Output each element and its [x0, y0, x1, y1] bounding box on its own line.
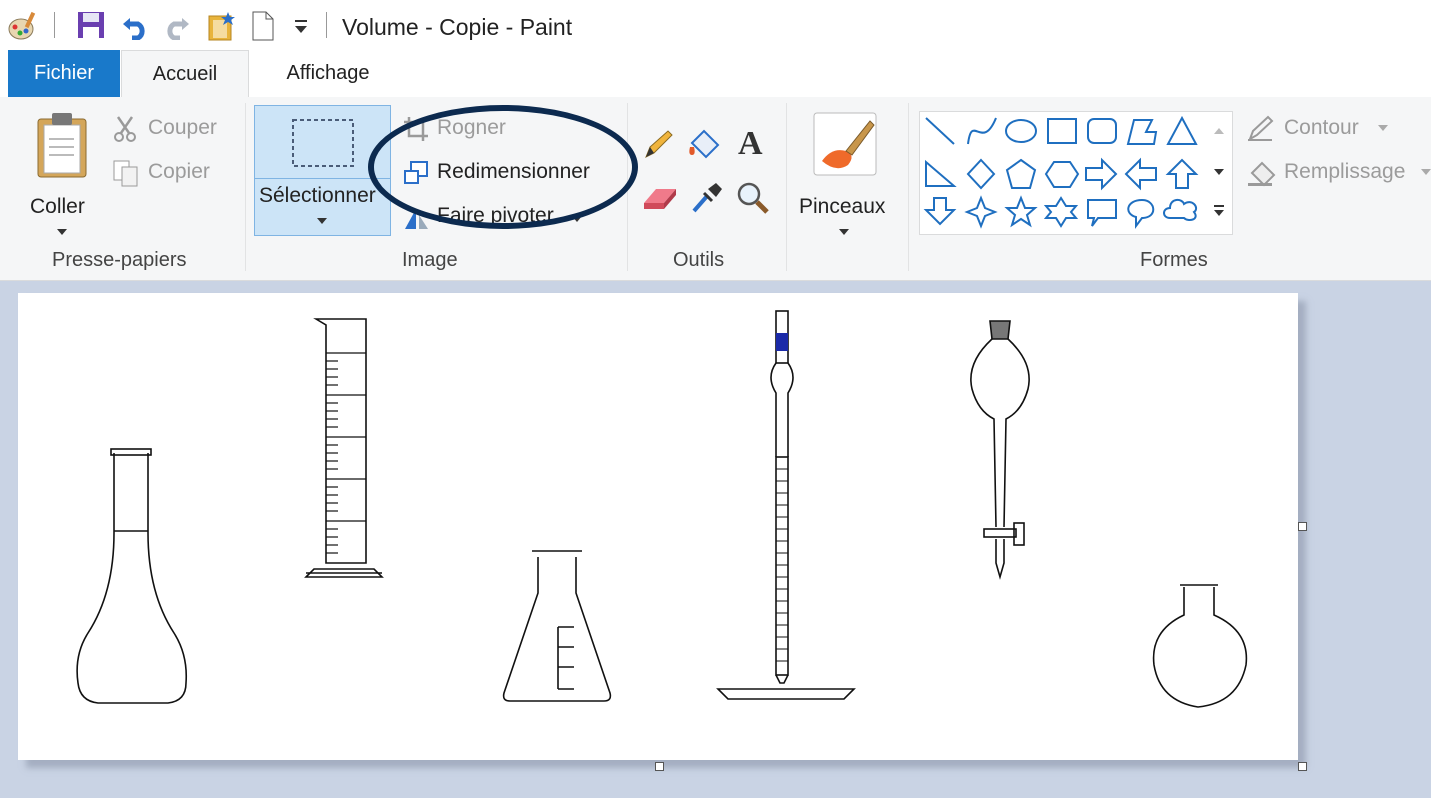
cut-label: Couper — [148, 116, 217, 139]
tab-file[interactable]: Fichier — [8, 50, 120, 97]
copy-label: Copier — [148, 160, 210, 183]
paint-app-icon[interactable] — [6, 10, 40, 42]
canvas-area — [0, 281, 1431, 798]
scroll-down-icon — [1214, 169, 1224, 175]
ribbon-tabs: Fichier Accueil Affichage — [0, 50, 1431, 99]
save-icon[interactable] — [76, 10, 106, 40]
window-title: Volume - Copie - Paint — [342, 14, 573, 40]
chevron-down-icon — [1378, 125, 1388, 131]
shape-down-arrow-icon[interactable] — [923, 197, 957, 226]
folder-star-icon[interactable] — [206, 10, 238, 42]
cut-button[interactable]: Couper — [110, 113, 240, 145]
chevron-down-icon — [1421, 169, 1431, 175]
copy-button[interactable]: Copier — [110, 157, 240, 189]
resize-handle-right[interactable] — [1298, 522, 1307, 531]
select-label: Sélectionner — [259, 184, 376, 207]
outline-label: Contour — [1284, 116, 1359, 139]
burette-drawing — [716, 310, 856, 700]
chevron-down-icon — [317, 218, 327, 224]
shape-rect-callout-icon[interactable] — [1087, 199, 1117, 227]
shape-6point-star-icon[interactable] — [1043, 196, 1079, 228]
image-group-label: Image — [402, 249, 458, 271]
shape-hexagon-icon[interactable] — [1044, 161, 1080, 188]
shape-right-triangle-icon[interactable] — [925, 159, 957, 187]
drawing-canvas[interactable] — [18, 293, 1298, 760]
shape-oval-callout-icon[interactable] — [1127, 198, 1155, 229]
tools-group-label: Outils — [673, 249, 725, 271]
fill-label: Remplissage — [1284, 160, 1406, 183]
title-bar: Volume - Copie - Paint — [0, 0, 1431, 50]
shape-up-arrow-icon[interactable] — [1165, 158, 1199, 189]
group-separator — [786, 103, 787, 271]
burette-liquid-band — [776, 333, 788, 351]
expand-bar-icon — [1214, 205, 1224, 207]
scissors-icon — [114, 116, 136, 142]
new-file-icon[interactable] — [250, 10, 276, 42]
eraser-icon[interactable] — [640, 183, 680, 213]
paste-label: Coller — [30, 195, 85, 218]
shape-line-icon[interactable] — [925, 117, 955, 145]
brushes-button[interactable]: Pinceaux — [792, 107, 898, 237]
chevron-down-icon — [57, 229, 67, 235]
clipboard-group-label: Presse-papiers — [52, 249, 187, 271]
magnifier-icon[interactable] — [736, 181, 770, 215]
ribbon: Coller Couper Copier Presse-papiers Séle… — [0, 97, 1431, 281]
scroll-up-icon — [1214, 128, 1224, 134]
shape-rounded-rectangle-icon[interactable] — [1087, 118, 1117, 144]
shape-curve-icon[interactable] — [967, 117, 997, 145]
fill-button[interactable]: Remplissage — [1244, 157, 1431, 189]
paintbrush-icon — [813, 112, 877, 176]
qa-separator — [326, 12, 327, 38]
volumetric-flask-drawing — [76, 448, 188, 704]
outline-button[interactable]: Contour — [1244, 113, 1424, 145]
outline-pencil-icon — [1248, 115, 1274, 142]
shapes-expand[interactable] — [1208, 193, 1230, 231]
undo-icon[interactable] — [120, 10, 150, 40]
qa-separator — [54, 12, 55, 38]
shape-polygon-icon[interactable] — [1126, 119, 1158, 145]
shape-4point-star-icon[interactable] — [964, 195, 998, 229]
shapes-scroll-down[interactable] — [1208, 153, 1230, 193]
shape-cloud-callout-icon[interactable] — [1163, 198, 1198, 221]
brushes-label: Pinceaux — [799, 195, 886, 218]
shape-rectangle-icon[interactable] — [1047, 118, 1077, 144]
color-picker-icon[interactable] — [690, 181, 724, 215]
annotation-ellipse — [368, 105, 638, 229]
fill-icon — [1248, 161, 1276, 187]
round-bottom-flask-drawing — [1152, 584, 1248, 708]
expand-icon — [1214, 210, 1224, 216]
clipboard-icon — [37, 113, 87, 178]
tab-home[interactable]: Accueil — [121, 50, 249, 99]
group-separator — [908, 103, 909, 271]
shape-oval-icon[interactable] — [1005, 119, 1037, 143]
pencil-icon[interactable] — [640, 127, 676, 163]
redo-icon[interactable] — [162, 10, 192, 40]
graduated-cylinder-drawing — [304, 318, 384, 578]
resize-handle-bottom[interactable] — [655, 762, 664, 771]
shape-right-arrow-icon[interactable] — [1085, 157, 1118, 191]
tab-view[interactable]: Affichage — [260, 50, 396, 97]
erlenmeyer-flask-drawing — [502, 550, 612, 702]
shapes-scroll-up[interactable] — [1208, 112, 1230, 152]
shapes-gallery-icons — [923, 115, 1199, 229]
separatory-funnel-drawing — [970, 320, 1030, 580]
selection-rect-icon — [292, 119, 354, 167]
qa-customize-icon[interactable] — [292, 18, 310, 36]
text-tool-icon[interactable]: A — [738, 125, 763, 163]
copy-icon — [113, 160, 138, 187]
fill-bucket-icon[interactable] — [686, 127, 724, 163]
lab-glassware-drawing — [76, 310, 1248, 708]
shape-pentagon-icon[interactable] — [1005, 158, 1037, 189]
resize-handle-corner[interactable] — [1298, 762, 1307, 771]
group-separator — [245, 103, 246, 271]
shapes-group-label: Formes — [1140, 249, 1208, 271]
shape-left-arrow-icon[interactable] — [1124, 157, 1157, 191]
chevron-down-icon — [839, 229, 849, 235]
shape-5point-star-icon[interactable] — [1004, 195, 1038, 228]
shape-triangle-icon[interactable] — [1166, 115, 1198, 145]
shape-diamond-icon[interactable] — [966, 158, 996, 190]
paste-button[interactable]: Coller — [20, 107, 104, 237]
